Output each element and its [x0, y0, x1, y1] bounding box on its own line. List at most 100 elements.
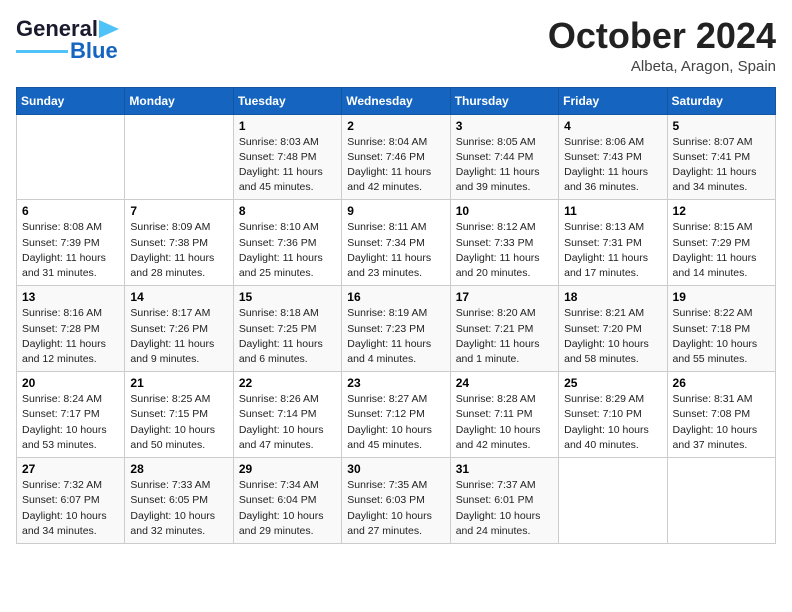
day-detail: Sunrise: 8:27 AMSunset: 7:12 PMDaylight:…	[347, 393, 432, 451]
day-number: 6	[22, 204, 119, 218]
day-number: 9	[347, 204, 444, 218]
calendar-cell: 20Sunrise: 8:24 AMSunset: 7:17 PMDayligh…	[17, 372, 125, 458]
calendar-cell: 14Sunrise: 8:17 AMSunset: 7:26 PMDayligh…	[125, 286, 233, 372]
day-number: 12	[673, 204, 770, 218]
calendar-cell: 7 Sunrise: 8:09 AMSunset: 7:38 PMDaylight…	[125, 200, 233, 286]
calendar-week-row: 20Sunrise: 8:24 AMSunset: 7:17 PMDayligh…	[17, 372, 776, 458]
day-detail: Sunrise: 8:28 AMSunset: 7:11 PMDaylight:…	[456, 393, 541, 451]
day-header-wednesday: Wednesday	[342, 87, 450, 114]
day-number: 2	[347, 119, 444, 133]
day-number: 28	[130, 462, 227, 476]
calendar-cell: 6 Sunrise: 8:08 AMSunset: 7:39 PMDaylight…	[17, 200, 125, 286]
day-number: 26	[673, 376, 770, 390]
day-detail: Sunrise: 8:31 AMSunset: 7:08 PMDaylight:…	[673, 393, 758, 451]
calendar-cell: 31 Sunrise: 7:37 AMSunset: 6:01 PMDayligh…	[450, 458, 558, 544]
calendar-cell: 1Sunrise: 8:03 AMSunset: 7:48 PMDaylight…	[233, 114, 341, 200]
day-detail: Sunrise: 7:37 AMSunset: 6:01 PMDaylight:…	[456, 479, 541, 537]
calendar-cell: 23 Sunrise: 8:27 AMSunset: 7:12 PMDayligh…	[342, 372, 450, 458]
day-detail: Sunrise: 8:29 AMSunset: 7:10 PMDaylight:…	[564, 393, 649, 451]
day-detail: Sunrise: 8:25 AMSunset: 7:15 PMDaylight:…	[130, 393, 215, 451]
calendar-cell	[667, 458, 775, 544]
day-detail: Sunrise: 8:17 AMSunset: 7:26 PMDaylight:…	[130, 307, 214, 365]
calendar-cell: 15Sunrise: 8:18 AMSunset: 7:25 PMDayligh…	[233, 286, 341, 372]
calendar-cell: 17 Sunrise: 8:20 AMSunset: 7:21 PMDayligh…	[450, 286, 558, 372]
calendar-cell: 8 Sunrise: 8:10 AMSunset: 7:36 PMDaylight…	[233, 200, 341, 286]
day-number: 4	[564, 119, 661, 133]
calendar-cell: 3 Sunrise: 8:05 AMSunset: 7:44 PMDaylight…	[450, 114, 558, 200]
day-number: 24	[456, 376, 553, 390]
month-title: October 2024	[548, 16, 776, 56]
day-detail: Sunrise: 8:13 AMSunset: 7:31 PMDaylight:…	[564, 221, 648, 279]
calendar-week-row: 1Sunrise: 8:03 AMSunset: 7:48 PMDaylight…	[17, 114, 776, 200]
day-detail: Sunrise: 8:05 AMSunset: 7:44 PMDaylight:…	[456, 136, 540, 194]
calendar-cell: 26 Sunrise: 8:31 AMSunset: 7:08 PMDayligh…	[667, 372, 775, 458]
day-detail: Sunrise: 8:12 AMSunset: 7:33 PMDaylight:…	[456, 221, 540, 279]
day-detail: Sunrise: 8:11 AMSunset: 7:34 PMDaylight:…	[347, 221, 431, 279]
calendar-body: 1Sunrise: 8:03 AMSunset: 7:48 PMDaylight…	[17, 114, 776, 543]
calendar-cell: 18Sunrise: 8:21 AMSunset: 7:20 PMDayligh…	[559, 286, 667, 372]
calendar-cell: 22 Sunrise: 8:26 AMSunset: 7:14 PMDayligh…	[233, 372, 341, 458]
calendar-cell: 16Sunrise: 8:19 AMSunset: 7:23 PMDayligh…	[342, 286, 450, 372]
calendar-table: SundayMondayTuesdayWednesdayThursdayFrid…	[16, 87, 776, 544]
day-header-sunday: Sunday	[17, 87, 125, 114]
day-header-monday: Monday	[125, 87, 233, 114]
day-number: 1	[239, 119, 336, 133]
day-header-tuesday: Tuesday	[233, 87, 341, 114]
calendar-cell: 13Sunrise: 8:16 AMSunset: 7:28 PMDayligh…	[17, 286, 125, 372]
calendar-week-row: 27Sunrise: 7:32 AMSunset: 6:07 PMDayligh…	[17, 458, 776, 544]
calendar-cell	[125, 114, 233, 200]
calendar-header-row: SundayMondayTuesdayWednesdayThursdayFrid…	[17, 87, 776, 114]
day-detail: Sunrise: 8:09 AMSunset: 7:38 PMDaylight:…	[130, 221, 214, 279]
calendar-cell: 24 Sunrise: 8:28 AMSunset: 7:11 PMDayligh…	[450, 372, 558, 458]
day-number: 27	[22, 462, 119, 476]
calendar-cell	[559, 458, 667, 544]
day-number: 10	[456, 204, 553, 218]
calendar-cell: 12 Sunrise: 8:15 AMSunset: 7:29 PMDayligh…	[667, 200, 775, 286]
day-number: 3	[456, 119, 553, 133]
day-header-friday: Friday	[559, 87, 667, 114]
day-number: 30	[347, 462, 444, 476]
day-number: 22	[239, 376, 336, 390]
day-detail: Sunrise: 8:20 AMSunset: 7:21 PMDaylight:…	[456, 307, 540, 365]
day-number: 31	[456, 462, 553, 476]
day-header-thursday: Thursday	[450, 87, 558, 114]
calendar-cell: 27Sunrise: 7:32 AMSunset: 6:07 PMDayligh…	[17, 458, 125, 544]
calendar-cell: 11Sunrise: 8:13 AMSunset: 7:31 PMDayligh…	[559, 200, 667, 286]
calendar-cell: 29Sunrise: 7:34 AMSunset: 6:04 PMDayligh…	[233, 458, 341, 544]
day-number: 21	[130, 376, 227, 390]
calendar-cell	[17, 114, 125, 200]
day-detail: Sunrise: 8:26 AMSunset: 7:14 PMDaylight:…	[239, 393, 324, 451]
day-number: 19	[673, 290, 770, 304]
day-detail: Sunrise: 8:15 AMSunset: 7:29 PMDaylight:…	[673, 221, 757, 279]
day-number: 7	[130, 204, 227, 218]
day-detail: Sunrise: 8:06 AMSunset: 7:43 PMDaylight:…	[564, 136, 648, 194]
calendar-cell: 9 Sunrise: 8:11 AMSunset: 7:34 PMDaylight…	[342, 200, 450, 286]
location: Albeta, Aragon, Spain	[548, 58, 776, 75]
logo-blue: Blue	[70, 38, 118, 64]
calendar-cell: 30Sunrise: 7:35 AMSunset: 6:03 PMDayligh…	[342, 458, 450, 544]
calendar-week-row: 13Sunrise: 8:16 AMSunset: 7:28 PMDayligh…	[17, 286, 776, 372]
day-number: 17	[456, 290, 553, 304]
calendar-cell: 19 Sunrise: 8:22 AMSunset: 7:18 PMDayligh…	[667, 286, 775, 372]
day-number: 25	[564, 376, 661, 390]
day-number: 8	[239, 204, 336, 218]
title-block: October 2024 Albeta, Aragon, Spain	[548, 16, 776, 75]
calendar-cell: 5Sunrise: 8:07 AMSunset: 7:41 PMDaylight…	[667, 114, 775, 200]
day-detail: Sunrise: 7:34 AMSunset: 6:04 PMDaylight:…	[239, 479, 324, 537]
calendar-cell: 21 Sunrise: 8:25 AMSunset: 7:15 PMDayligh…	[125, 372, 233, 458]
day-number: 15	[239, 290, 336, 304]
day-detail: Sunrise: 8:16 AMSunset: 7:28 PMDaylight:…	[22, 307, 106, 365]
day-number: 5	[673, 119, 770, 133]
day-detail: Sunrise: 8:08 AMSunset: 7:39 PMDaylight:…	[22, 221, 106, 279]
calendar-cell: 4 Sunrise: 8:06 AMSunset: 7:43 PMDaylight…	[559, 114, 667, 200]
day-header-saturday: Saturday	[667, 87, 775, 114]
day-detail: Sunrise: 7:33 AMSunset: 6:05 PMDaylight:…	[130, 479, 215, 537]
calendar-cell: 28 Sunrise: 7:33 AMSunset: 6:05 PMDayligh…	[125, 458, 233, 544]
day-number: 18	[564, 290, 661, 304]
day-number: 20	[22, 376, 119, 390]
day-detail: Sunrise: 8:22 AMSunset: 7:18 PMDaylight:…	[673, 307, 758, 365]
day-detail: Sunrise: 8:19 AMSunset: 7:23 PMDaylight:…	[347, 307, 431, 365]
day-number: 23	[347, 376, 444, 390]
calendar-cell: 2Sunrise: 8:04 AMSunset: 7:46 PMDaylight…	[342, 114, 450, 200]
day-detail: Sunrise: 8:10 AMSunset: 7:36 PMDaylight:…	[239, 221, 323, 279]
